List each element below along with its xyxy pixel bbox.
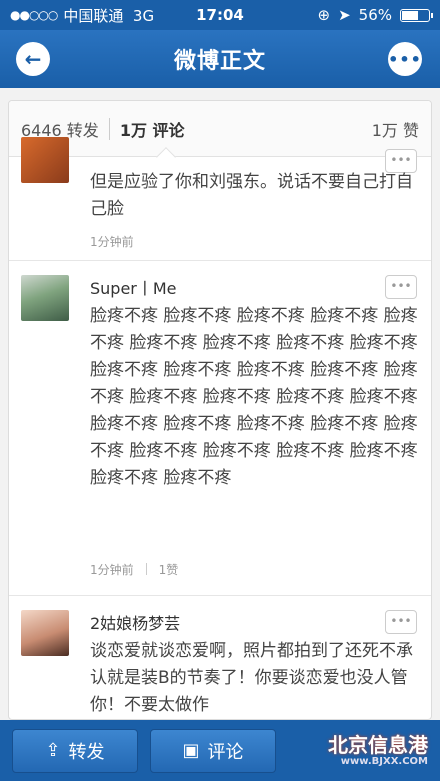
avatar[interactable] (21, 610, 69, 656)
comments-panel: 6446 转发 1万 评论 1万 赞 ••• 但是应验了你和刘强东。说话不要自己… (8, 100, 432, 720)
location-icon: ➤ (338, 6, 351, 24)
share-icon: ⇪ (45, 740, 61, 761)
tab-divider (108, 117, 110, 140)
comment-text: 但是应验了你和刘强东。说话不要自己打自己脸 (90, 172, 413, 219)
comment-username[interactable]: 2姑娘杨梦芸 (90, 610, 180, 634)
back-button[interactable]: ← (16, 42, 50, 76)
comment-time: 1分钟前 (90, 563, 134, 577)
watermark-logo: 北京信息港 www.BJXX.COM (328, 734, 428, 767)
comment-item: 2姑娘杨梦芸 ••• 谈恋爱就谈恋爱啊，照片都拍到了还死不承认就是装B的节奏了！… (9, 596, 431, 719)
comment-text: 谈恋爱就谈恋爱啊，照片都拍到了还死不承认就是装B的节奏了！你要谈恋爱也没人管你！… (90, 641, 413, 715)
comment-icon: ▣ (182, 740, 200, 761)
comment-item: ••• 但是应验了你和刘强东。说话不要自己打自己脸 1分钟前 (9, 137, 431, 261)
comment-username[interactable]: Super丨Me (90, 275, 177, 299)
comment-button[interactable]: ▣ 评论 (150, 728, 276, 773)
comment-like-count[interactable]: 1赞 (159, 561, 179, 578)
comment-item: Super丨Me ••• 脸疼不疼 脸疼不疼 脸疼不疼 脸疼不疼 脸疼不疼 脸疼… (9, 261, 431, 596)
avatar[interactable] (21, 137, 69, 183)
watermark-url: www.BJXX.COM (340, 756, 428, 767)
comment-label: 评论 (207, 741, 244, 763)
tab-comments[interactable]: 1万 评论 (120, 117, 185, 141)
meta-divider (145, 563, 147, 575)
back-arrow-icon: ← (24, 47, 42, 71)
watermark-title: 北京信息港 (328, 733, 428, 757)
tab-bar: 6446 转发 1万 评论 1万 赞 (9, 101, 431, 167)
carrier-name: 中国联通 3G (63, 6, 155, 25)
signal-indicator: ●●○○○ (10, 8, 58, 22)
avatar[interactable] (21, 275, 69, 321)
page-title: 微博正文 (173, 49, 266, 74)
lock-rotation-icon: ⊕ (317, 6, 331, 24)
comment-more-button[interactable]: ••• (385, 610, 417, 634)
repost-button[interactable]: ⇪ 转发 (12, 728, 138, 773)
comment-text: 脸疼不疼 脸疼不疼 脸疼不疼 脸疼不疼 脸疼不疼 脸疼不疼 脸疼不疼 脸疼不疼 … (90, 306, 418, 488)
repost-label: 转发 (68, 741, 105, 763)
comment-more-button[interactable]: ••• (385, 275, 417, 299)
comment-time: 1分钟前 (90, 235, 134, 249)
network-type: 3G (132, 6, 155, 25)
bottom-toolbar: ⇪ 转发 ▣ 评论 北京信息港 www.BJXX.COM (0, 720, 440, 781)
nav-bar: ← 微博正文 ••• (0, 30, 440, 88)
tab-likes[interactable]: 1万 赞 (372, 117, 419, 141)
status-bar: ●●○○○ 中国联通 3G 17:04 ⊕ ➤ 56% (0, 0, 440, 30)
battery-percent: 56% (358, 6, 392, 24)
more-options-button[interactable]: ••• (388, 42, 422, 76)
battery-icon (400, 8, 433, 22)
more-dots-icon: ••• (388, 49, 422, 69)
